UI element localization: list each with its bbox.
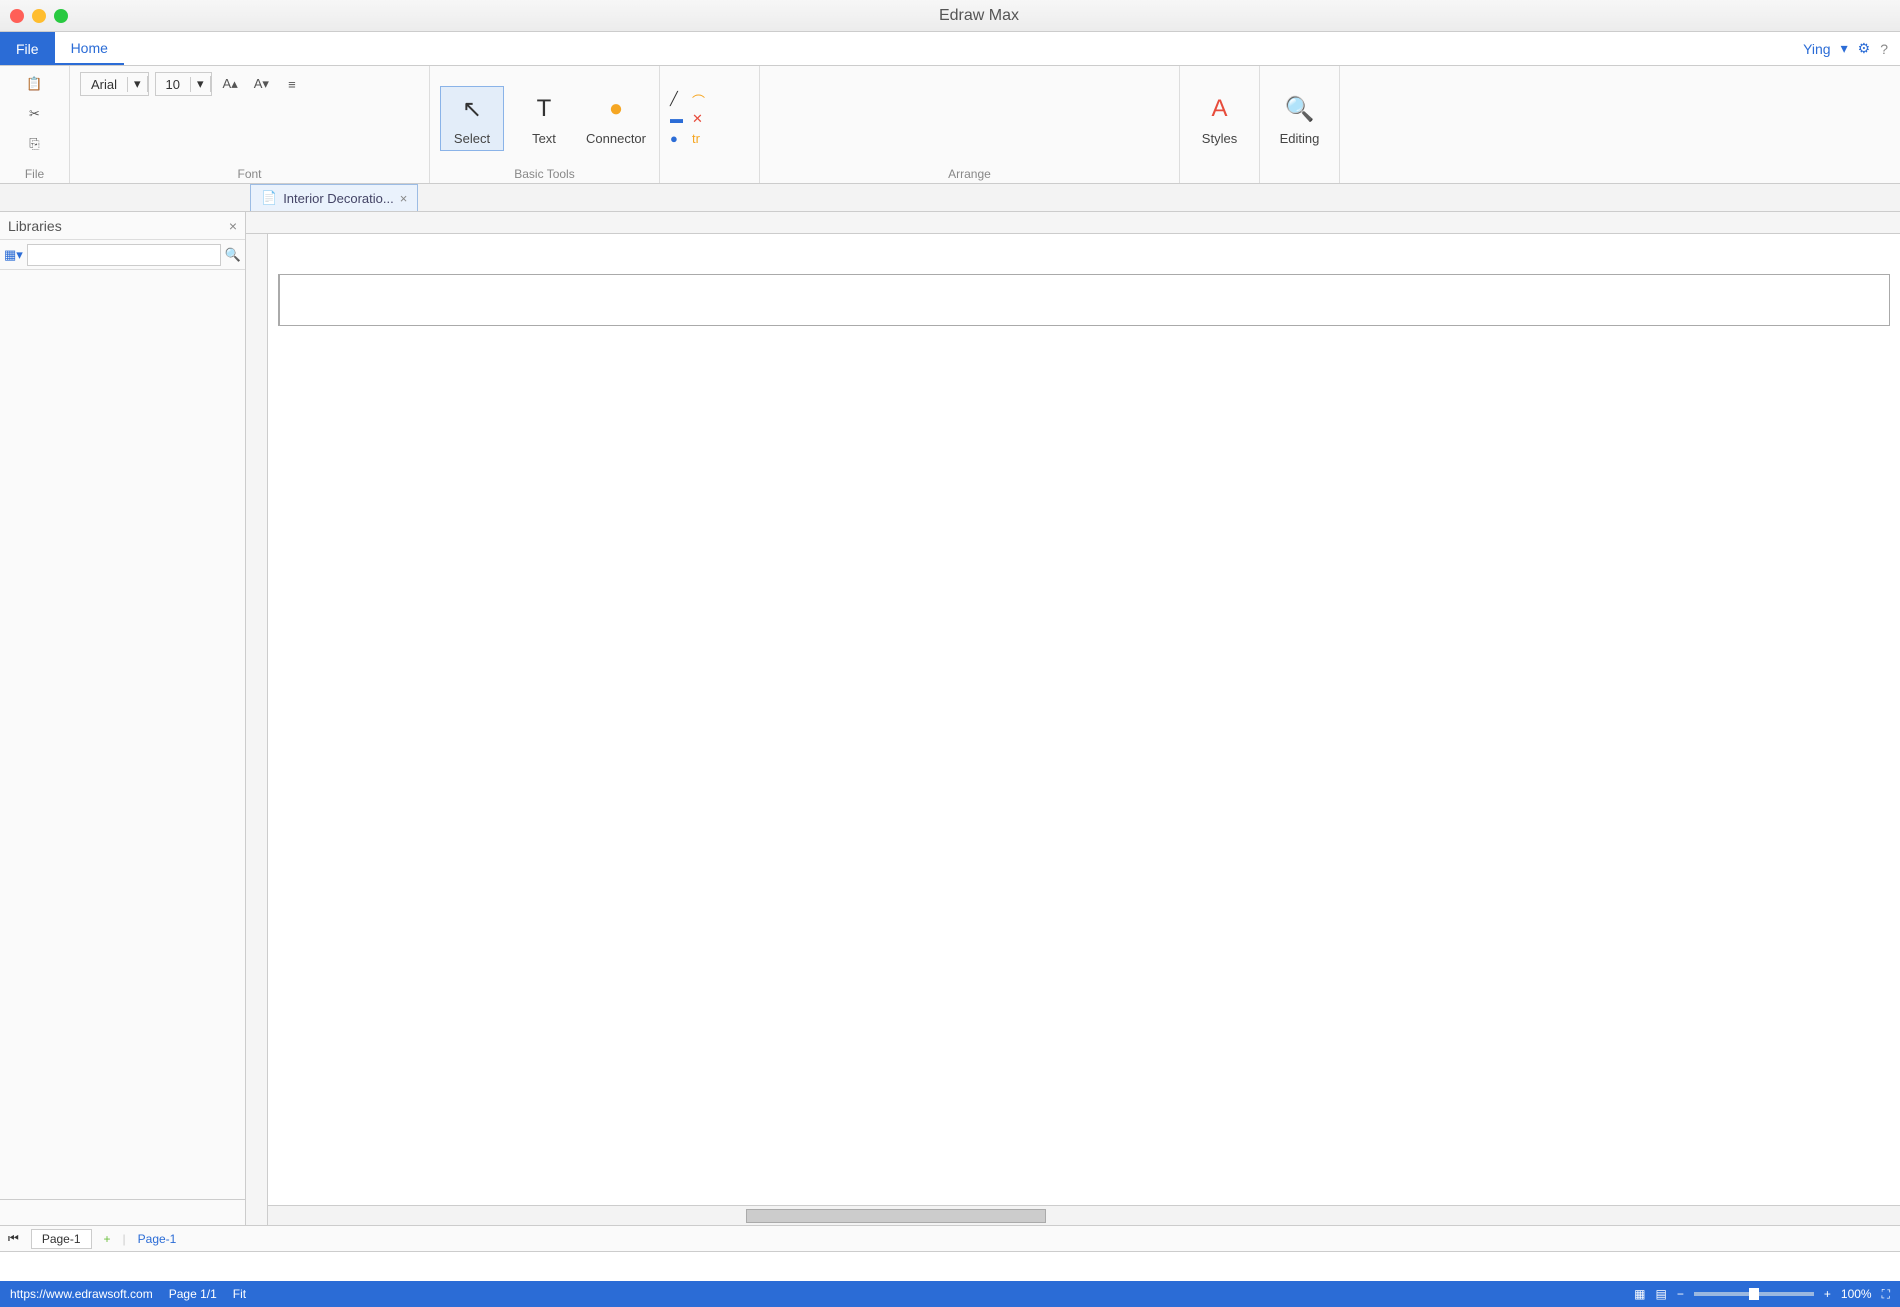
- font-select[interactable]: Arial▾: [80, 72, 149, 96]
- copy-icon[interactable]: ⎘: [23, 132, 47, 156]
- arc-icon[interactable]: ⌒: [692, 91, 708, 107]
- select-tool[interactable]: ↖Select: [440, 86, 504, 151]
- help-icon[interactable]: ?: [1880, 41, 1888, 57]
- minimize-window[interactable]: [32, 9, 46, 23]
- group-arrange-label: Arrange: [770, 165, 1169, 181]
- zoom-in-icon[interactable]: +: [1824, 1287, 1831, 1301]
- document-tabs: 📄 Interior Decoratio... ×: [0, 184, 1900, 212]
- search-icon[interactable]: 🔍: [225, 247, 241, 263]
- page-nav-icon[interactable]: ⏮: [8, 1231, 19, 1246]
- ruler-vertical: [246, 234, 268, 1225]
- sidebar-title: Libraries ×: [0, 212, 245, 240]
- styles-button[interactable]: AStyles: [1190, 87, 1249, 150]
- menubar: File Home Ying ▾ ⚙ ?: [0, 32, 1900, 66]
- search-input[interactable]: [27, 244, 221, 266]
- sidebar: Libraries × ▦▾ 🔍: [0, 212, 246, 1225]
- fullscreen-icon[interactable]: ⛶: [1882, 1287, 1890, 1302]
- file-menu[interactable]: File: [0, 32, 55, 65]
- gear-icon[interactable]: ⚙: [1858, 40, 1871, 57]
- page-tab[interactable]: Page-1: [31, 1229, 92, 1249]
- ribbon: 📋 ✂ ⎘ File Arial▾ 10▾ A▴ A▾ ≡ Font ↖Sele…: [0, 66, 1900, 184]
- close-icon[interactable]: ×: [229, 218, 237, 234]
- line-icon[interactable]: ╱: [670, 91, 686, 107]
- cross-icon[interactable]: ✕: [692, 111, 708, 127]
- editing-button[interactable]: 🔍Editing: [1270, 87, 1329, 150]
- library-icon[interactable]: ▦▾: [4, 247, 23, 263]
- group-font-label: Font: [80, 165, 419, 181]
- view-icon-2[interactable]: ▤: [1656, 1287, 1667, 1301]
- status-url: https://www.edrawsoft.com: [10, 1287, 153, 1301]
- close-window[interactable]: [10, 9, 24, 23]
- statusbar: https://www.edrawsoft.com Page 1/1 Fit ▦…: [0, 1281, 1900, 1307]
- cut-icon[interactable]: ✂: [23, 102, 47, 126]
- document-tab[interactable]: 📄 Interior Decoratio... ×: [250, 184, 418, 211]
- doc-icon: 📄: [261, 190, 277, 206]
- chevron-down-icon[interactable]: ▾: [1841, 40, 1848, 57]
- zoom-level: 100%: [1841, 1287, 1872, 1301]
- pagebar: ⏮ Page-1 + | Page-1: [0, 1225, 1900, 1251]
- canvas[interactable]: [246, 212, 1900, 1225]
- circle-icon[interactable]: ●: [670, 131, 686, 147]
- page-tab-2[interactable]: Page-1: [138, 1232, 177, 1246]
- font-size[interactable]: 10▾: [155, 72, 212, 96]
- text-tool[interactable]: TText: [512, 87, 576, 150]
- close-icon[interactable]: ×: [400, 191, 408, 206]
- window-title: Edraw Max: [68, 7, 1890, 25]
- group-basictools-label: Basic Tools: [440, 165, 649, 181]
- format-icon[interactable]: ≡: [280, 72, 304, 96]
- rect-icon[interactable]: ▬: [670, 111, 686, 127]
- zoom-slider[interactable]: [1694, 1292, 1814, 1296]
- add-page-icon[interactable]: +: [104, 1232, 111, 1246]
- paste-icon[interactable]: 📋: [21, 72, 47, 96]
- increase-font-icon[interactable]: A▴: [218, 72, 243, 96]
- color-palette: [0, 1251, 1900, 1281]
- status-page: Page 1/1: [169, 1287, 217, 1301]
- horizontal-scrollbar[interactable]: [246, 1205, 1900, 1225]
- menu-tab-home[interactable]: Home: [55, 32, 124, 65]
- status-fit: Fit: [233, 1287, 246, 1301]
- user-name[interactable]: Ying: [1803, 41, 1831, 57]
- maximize-window[interactable]: [54, 9, 68, 23]
- gantt-chart[interactable]: [278, 274, 1890, 326]
- zoom-out-icon[interactable]: −: [1677, 1287, 1684, 1301]
- window-controls: [10, 9, 68, 23]
- titlebar: Edraw Max: [0, 0, 1900, 32]
- ruler-horizontal: [246, 212, 1900, 234]
- decrease-font-icon[interactable]: A▾: [249, 72, 274, 96]
- transform-icon[interactable]: tr: [692, 131, 708, 147]
- group-file-label: File: [10, 165, 59, 181]
- connector-tool[interactable]: ●Connector: [584, 87, 648, 150]
- view-icon[interactable]: ▦: [1634, 1287, 1645, 1301]
